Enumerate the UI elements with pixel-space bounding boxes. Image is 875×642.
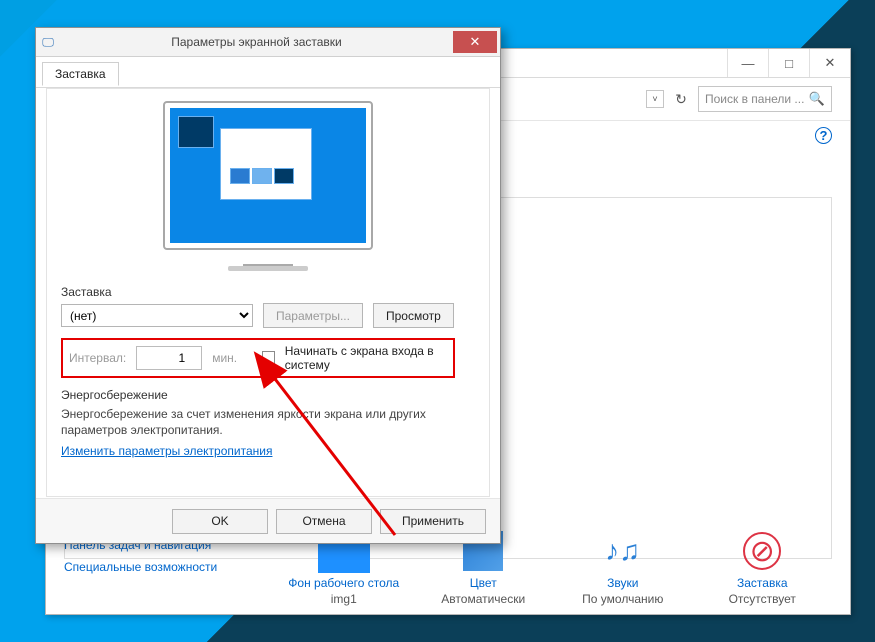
dlg-title: Параметры экранной заставки — [60, 35, 453, 49]
maximize-button[interactable]: □ — [768, 49, 809, 77]
quick-sound-label: Звуки — [607, 576, 638, 590]
dlg-titlebar: 🖵 Параметры экранной заставки ✕ — [36, 28, 500, 57]
quick-saver-label: Заставка — [737, 576, 788, 590]
quick-sound-value: По умолчанию — [582, 592, 663, 606]
tab-screensaver[interactable]: Заставка — [42, 62, 119, 86]
refresh-icon[interactable]: ↻ — [672, 90, 690, 108]
breadcrumb-dropdown[interactable]: ˅ — [646, 90, 664, 108]
cancel-button[interactable]: Отмена — [276, 509, 372, 534]
screensaver-icon: ⊘ — [743, 532, 781, 570]
sound-icon: ♪♫ — [596, 528, 650, 574]
quick-color-label: Цвет — [470, 576, 497, 590]
apply-button[interactable]: Применить — [380, 509, 486, 534]
energy-link[interactable]: Изменить параметры электропитания — [61, 444, 272, 458]
search-input[interactable]: Поиск в панели ... 🔍 — [698, 86, 832, 112]
preview-button[interactable]: Просмотр — [373, 303, 454, 328]
search-icon: 🔍 — [809, 91, 825, 107]
settings-button[interactable]: Параметры... — [263, 303, 363, 328]
monitor-screen-icon — [170, 108, 366, 243]
interval-label: Интервал: — [69, 351, 126, 365]
link-ease-of-access[interactable]: Специальные возможности — [64, 560, 274, 574]
preview-monitor — [163, 101, 373, 271]
search-placeholder: Поиск в панели ... — [705, 92, 804, 106]
dlg-close-button[interactable]: ✕ — [453, 31, 497, 53]
ok-button[interactable]: OK — [172, 509, 268, 534]
quick-bg-value: img1 — [331, 592, 357, 606]
logon-checkbox-label: Начинать с экрана входа в систему — [285, 344, 447, 372]
quick-color-value: Автоматически — [441, 592, 525, 606]
screensaver-select[interactable]: (нет) — [61, 304, 253, 327]
dlg-app-icon: 🖵 — [36, 35, 60, 50]
quick-sounds[interactable]: ♪♫ Звуки По умолчанию — [553, 486, 693, 606]
minimize-button[interactable]: — — [727, 49, 768, 77]
quick-saver-value: Отсутствует — [729, 592, 796, 606]
interval-spinner[interactable] — [136, 346, 202, 370]
screensaver-dialog: 🖵 Параметры экранной заставки ✕ Заставка… — [35, 27, 501, 544]
help-icon[interactable]: ? — [815, 127, 832, 144]
logon-checkbox[interactable] — [262, 351, 275, 366]
energy-text: Энергосбережение за счет изменения яркос… — [61, 406, 475, 438]
quick-bg-label: Фон рабочего стола — [288, 576, 399, 590]
quick-screensaver[interactable]: ⊘ Заставка Отсутствует — [693, 486, 833, 606]
energy-title: Энергосбережение — [61, 388, 475, 402]
saver-section-label: Заставка — [61, 285, 475, 299]
interval-unit: мин. — [212, 351, 237, 365]
highlighted-row: Интервал: мин. Начинать с экрана входа в… — [61, 338, 455, 378]
bgwin-close-button[interactable]: ✕ — [809, 49, 850, 77]
